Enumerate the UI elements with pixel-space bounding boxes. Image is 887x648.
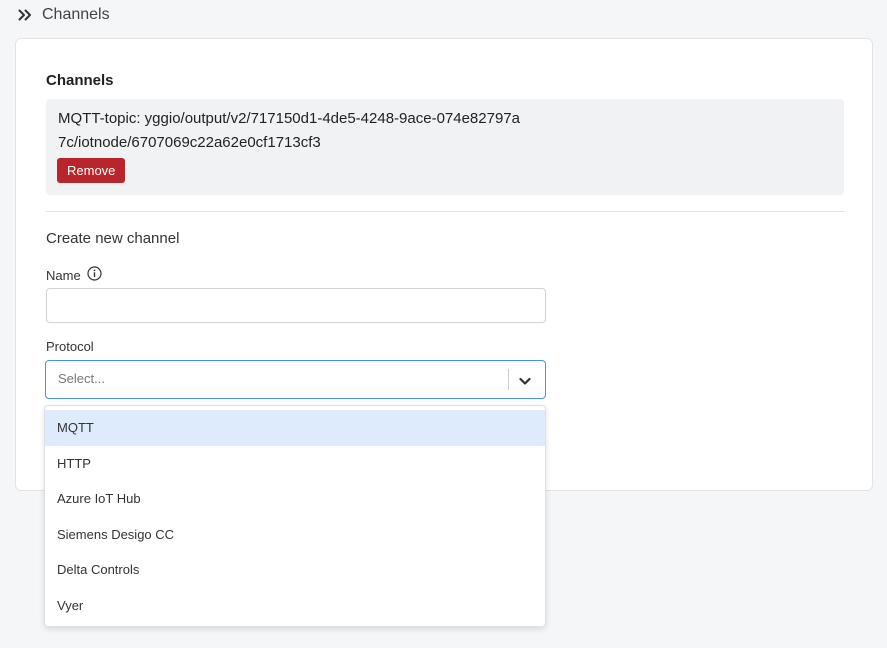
- option-http[interactable]: HTTP: [45, 446, 545, 482]
- create-channel-title: Create new channel: [46, 230, 180, 247]
- name-label: Name: [46, 267, 81, 283]
- channel-topic-text: MQTT-topic: yggio/output/v2/717150d1-4de…: [58, 110, 520, 151]
- option-mqtt[interactable]: MQTT: [45, 410, 545, 446]
- name-label-row: Name: [46, 266, 102, 284]
- option-vyer[interactable]: Vyer: [45, 588, 545, 624]
- info-icon[interactable]: [87, 266, 102, 284]
- option-siemens-desigo-cc[interactable]: Siemens Desigo CC: [45, 517, 545, 553]
- option-delta-controls[interactable]: Delta Controls: [45, 552, 545, 588]
- protocol-select[interactable]: Select...: [45, 360, 546, 399]
- breadcrumb: Channels: [18, 4, 110, 26]
- double-chevron-right-icon[interactable]: [18, 9, 32, 21]
- remove-channel-button[interactable]: Remove: [57, 158, 126, 183]
- select-separator: [508, 369, 509, 390]
- channel-item: MQTT-topic: yggio/output/v2/717150d1-4de…: [46, 99, 844, 195]
- name-input[interactable]: [46, 288, 546, 323]
- chevron-down-icon[interactable]: [519, 373, 531, 391]
- protocol-dropdown-menu: MQTT HTTP Azure IoT Hub Siemens Desigo C…: [44, 405, 546, 627]
- page-title: Channels: [42, 6, 110, 23]
- divider: [46, 211, 844, 212]
- option-azure-iot-hub[interactable]: Azure IoT Hub: [45, 481, 545, 517]
- card-title: Channels: [46, 72, 114, 89]
- protocol-select-placeholder: Select...: [58, 371, 105, 386]
- protocol-label: Protocol: [46, 339, 94, 354]
